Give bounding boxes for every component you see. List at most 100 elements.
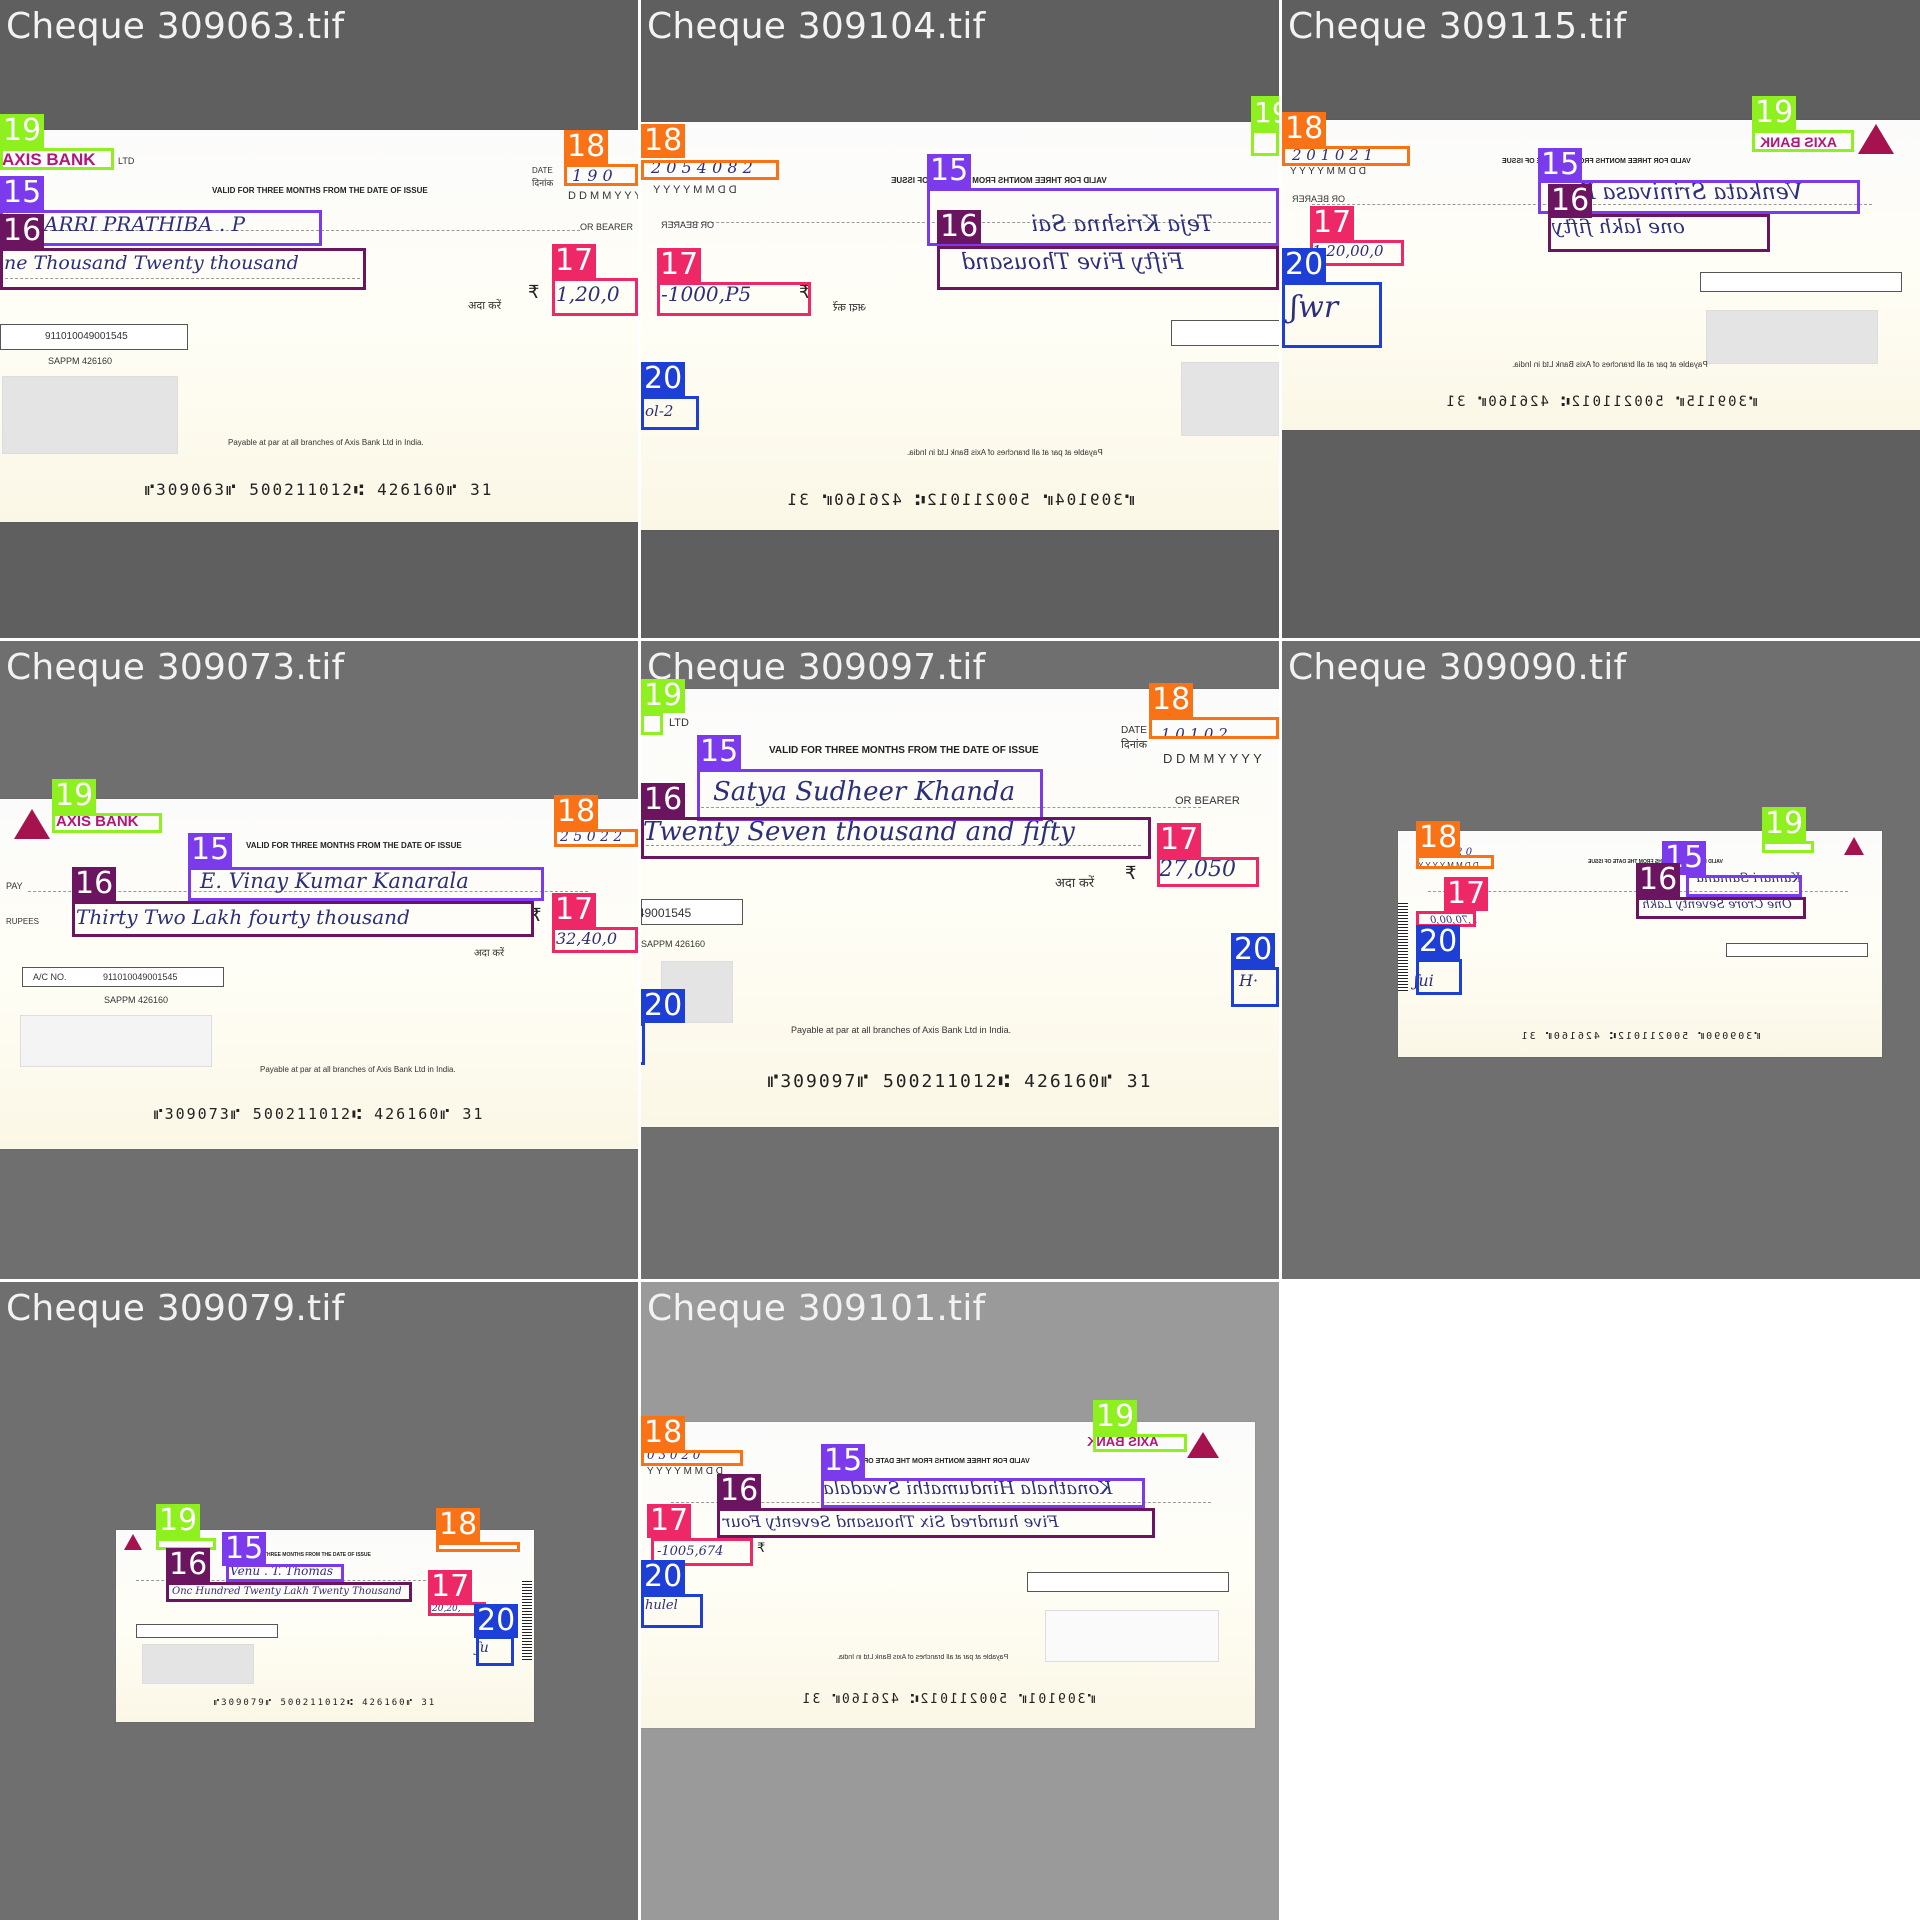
- date-format: D D M M Y Y Y Y: [1163, 751, 1262, 766]
- date-hindi: दिनांक: [1121, 739, 1148, 751]
- bbox-bank-name[interactable]: [641, 713, 663, 735]
- bbox-date[interactable]: [436, 1542, 520, 1552]
- sappm-code: SAPPM 426160: [104, 995, 169, 1005]
- label-16-tag: 16: [937, 210, 982, 244]
- bbox-amount-words[interactable]: [641, 817, 1151, 859]
- bbox-payee[interactable]: [0, 210, 322, 246]
- bbox-date[interactable]: [1149, 717, 1279, 739]
- micr-line: ⑈309063⑈ 500211012⑆ 426160⑈ 31: [144, 480, 494, 499]
- date-format: D D M M Y Y Y Y: [568, 190, 638, 202]
- bbox-bank-name[interactable]: [0, 148, 114, 170]
- bbox-signature[interactable]: [641, 1594, 703, 1628]
- bank-logo: [1858, 124, 1894, 154]
- account-box: [1726, 943, 1868, 957]
- bank-logo: [1187, 1432, 1219, 1458]
- account-box: 911010049001545: [0, 324, 188, 350]
- label-20-tag: 20: [1282, 248, 1327, 282]
- payable-text: Payable at par at all branches of Axis B…: [791, 1025, 1012, 1035]
- label-15-tag: 15: [188, 833, 233, 867]
- bbox-amount-digits[interactable]: [1157, 857, 1259, 887]
- bbox-amount-words[interactable]: [1636, 897, 1806, 919]
- bbox-signature[interactable]: [1416, 959, 1462, 995]
- bbox-amount-words[interactable]: [0, 248, 366, 290]
- tile-309097[interactable]: Cheque 309097.tif LTD VALID FOR THREE MO…: [641, 641, 1279, 1279]
- account-box: 911010049001545: [641, 899, 743, 925]
- label-17-tag: 17: [1444, 877, 1489, 911]
- date-format: D D M M Y Y Y Y: [653, 184, 737, 196]
- tile-title: Cheque 309115.tif: [1288, 6, 1627, 47]
- label-16-tag: 16: [166, 1548, 211, 1582]
- label-15-tag: 15: [697, 735, 742, 769]
- bbox-amount-words[interactable]: [937, 246, 1279, 290]
- bbox-amount-digits[interactable]: [552, 278, 638, 316]
- or-bearer: OR BEARER: [580, 222, 634, 232]
- signature-void-box: [2, 376, 178, 454]
- payable-text: Payable at par at all branches of Axis B…: [907, 448, 1103, 457]
- bbox-signature[interactable]: [1231, 967, 1279, 1007]
- tile-309079[interactable]: Cheque 309079.tif VALID FOR THREE MONTHS…: [0, 1282, 638, 1920]
- bbox-bank-name[interactable]: [1752, 130, 1854, 152]
- bbox-date[interactable]: [554, 829, 638, 847]
- bbox-signature-secondary[interactable]: [641, 1023, 645, 1065]
- tile-309063[interactable]: Cheque 309063.tif AXIS BANK LTD VALID FO…: [0, 0, 638, 638]
- label-20-tag: 20: [641, 1560, 686, 1594]
- label-17-tag: 17: [1310, 206, 1355, 240]
- or-bearer: OR BEARER: [1292, 194, 1346, 204]
- bbox-date[interactable]: [1282, 146, 1410, 166]
- or-bearer: OR BEARER: [1175, 795, 1240, 807]
- cheque-image: AXIS BANK VALID FOR THREE MONTHS FROM TH…: [641, 1422, 1255, 1728]
- bbox-bank-name[interactable]: [52, 813, 162, 833]
- tile-309073[interactable]: Cheque 309073.tif AXIS BANK VALID FOR TH…: [0, 641, 638, 1279]
- bbox-amount-words[interactable]: [166, 1582, 412, 1602]
- bbox-date[interactable]: [641, 160, 779, 180]
- bbox-amount-words[interactable]: [717, 1508, 1155, 1538]
- tile-309101[interactable]: Cheque 309101.tif AXIS BANK VALID FOR TH…: [641, 1282, 1279, 1920]
- bbox-signature[interactable]: [476, 1636, 514, 1666]
- label-18-tag: 18: [1282, 112, 1327, 146]
- micr-line: ⑈309073⑈ 500211012⑆ 426160⑈ 31: [153, 1105, 485, 1123]
- bank-logo: [1844, 837, 1864, 855]
- bbox-payee[interactable]: [226, 1564, 344, 1582]
- bbox-amount-words[interactable]: [72, 901, 534, 937]
- tile-309115[interactable]: Cheque 309115.tif AXIS BANK VALID FOR TH…: [1282, 0, 1920, 638]
- bbox-amount-digits[interactable]: [552, 927, 638, 953]
- bbox-payee[interactable]: [697, 769, 1043, 821]
- tile-309090[interactable]: Cheque 309090.tif VALID FOR THREE MONTHS…: [1282, 641, 1920, 1279]
- label-20-tag: 20: [1416, 925, 1461, 959]
- label-18-tag: 18: [564, 130, 609, 164]
- valid-text: VALID FOR THREE MONTHS FROM THE DATE OF …: [246, 841, 462, 850]
- bbox-amount-digits[interactable]: [657, 282, 811, 316]
- signature-void-box: [20, 1015, 212, 1067]
- micr-line: ⑈309090⑈ 500211012⑆ 426160⑈ 31: [1519, 1031, 1761, 1042]
- cheque-image: AXIS BANK LTD VALID FOR THREE MONTHS FRO…: [0, 130, 638, 522]
- bbox-signature[interactable]: [641, 396, 699, 430]
- bbox-payee[interactable]: [1686, 875, 1802, 897]
- label-18-tag: 18: [554, 795, 599, 829]
- bbox-date[interactable]: [641, 1450, 743, 1466]
- rupees-label: RUPEES: [6, 917, 39, 926]
- bbox-date[interactable]: [564, 164, 638, 186]
- label-16-tag: 16: [1548, 184, 1593, 218]
- bbox-payee[interactable]: [821, 1478, 1145, 1508]
- account-box: [136, 1624, 278, 1638]
- tile-title: Cheque 309101.tif: [647, 1288, 986, 1329]
- label-19-tag: 19: [641, 679, 686, 713]
- date-label: DATE: [1121, 725, 1147, 736]
- label-19-tag: 19: [1752, 96, 1797, 130]
- label-15-tag: 15: [0, 176, 45, 210]
- bbox-signature[interactable]: [1282, 282, 1382, 348]
- bbox-bank-name[interactable]: [1251, 130, 1279, 156]
- label-18-tag: 18: [436, 1508, 481, 1542]
- valid-text: VALID FOR THREE MONTHS FROM THE DATE OF …: [841, 1458, 1030, 1465]
- date-label: DATE: [532, 166, 553, 175]
- signature-void-box: [1706, 310, 1878, 364]
- bbox-amount-words[interactable]: [1548, 214, 1770, 252]
- tile-309104[interactable]: Cheque 309104.tif VALID FOR THREE MONTHS…: [641, 0, 1279, 638]
- ada-kare: अदा करें: [833, 302, 867, 314]
- tile-empty: [1282, 1282, 1920, 1920]
- bbox-payee[interactable]: [188, 867, 544, 901]
- label-18-tag: 18: [641, 1416, 686, 1450]
- bbox-date[interactable]: [1416, 855, 1494, 869]
- bbox-bank-name[interactable]: [1762, 841, 1814, 853]
- bbox-bank-name[interactable]: [1093, 1434, 1187, 1452]
